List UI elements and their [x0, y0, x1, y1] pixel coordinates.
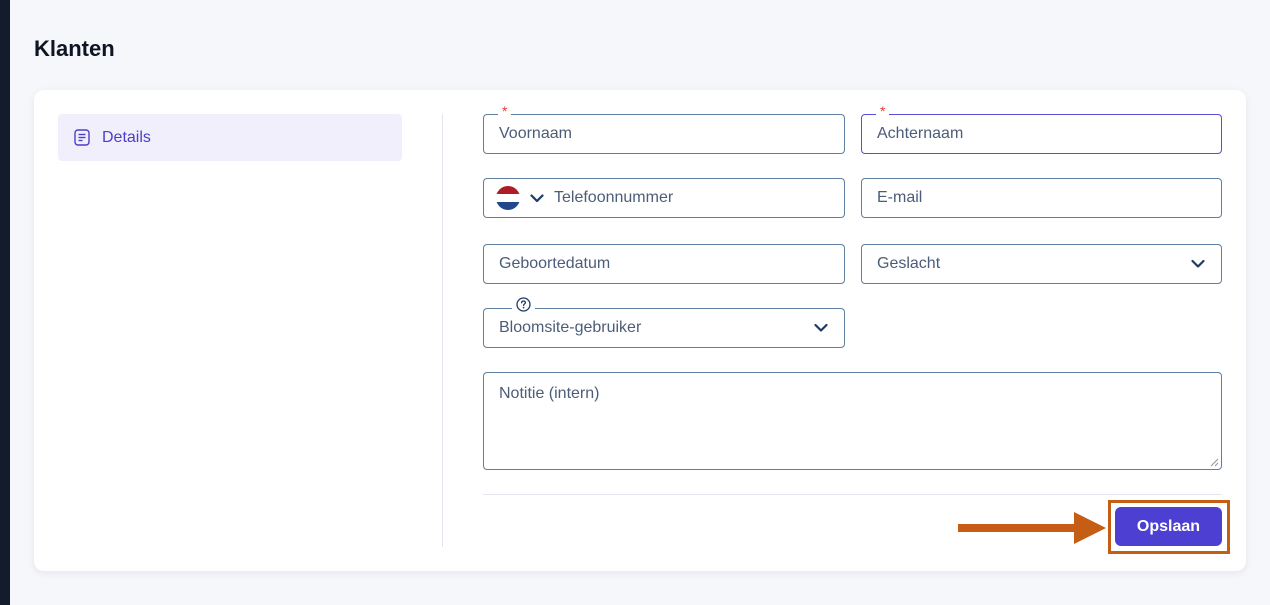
geslacht-placeholder: Geslacht	[877, 255, 941, 272]
telefoon-placeholder: Telefoonnummer	[554, 189, 674, 206]
chevron-down-icon[interactable]	[530, 193, 544, 203]
vertical-divider	[442, 114, 443, 547]
sidebar-item-label: Details	[102, 128, 151, 146]
chevron-down-icon	[814, 323, 828, 333]
email-field[interactable]: E-mail	[861, 178, 1222, 218]
geslacht-select[interactable]: Geslacht	[861, 244, 1222, 284]
annotation-arrow-icon	[956, 510, 1108, 546]
bloomsite-gebruiker-select[interactable]: Bloomsite-gebruiker	[483, 297, 845, 348]
achternaam-placeholder: Achternaam	[877, 125, 964, 142]
netherlands-flag-icon[interactable]	[496, 186, 520, 210]
voornaam-placeholder: Voornaam	[499, 125, 572, 142]
resize-handle-icon[interactable]	[1209, 457, 1219, 467]
notitie-textarea[interactable]: Notitie (intern)	[483, 372, 1222, 470]
required-mark: *	[876, 104, 890, 118]
app-sidebar-edge	[0, 0, 10, 605]
chevron-down-icon	[1191, 259, 1205, 269]
save-button[interactable]: Opslaan	[1115, 507, 1222, 546]
page-title: Klanten	[34, 36, 115, 61]
geboortedatum-field[interactable]: Geboortedatum	[483, 244, 845, 284]
email-placeholder: E-mail	[877, 189, 923, 206]
form-footer-divider	[483, 494, 1222, 495]
geboortedatum-placeholder: Geboortedatum	[499, 255, 611, 272]
required-mark: *	[498, 104, 512, 118]
telefoon-field[interactable]: Telefoonnummer	[483, 178, 845, 218]
voornaam-field[interactable]: * Voornaam	[483, 104, 845, 154]
bloomsite-gebruiker-placeholder: Bloomsite-gebruiker	[499, 319, 642, 336]
achternaam-field[interactable]: * Achternaam	[861, 104, 1222, 154]
sidebar-item-details[interactable]: Details	[58, 114, 402, 161]
notitie-placeholder: Notitie (intern)	[499, 385, 600, 402]
document-list-icon	[74, 129, 90, 146]
form-card: Details * Voornaam * Achternaam Telefoon…	[34, 90, 1246, 571]
question-circle-icon[interactable]	[512, 297, 535, 312]
